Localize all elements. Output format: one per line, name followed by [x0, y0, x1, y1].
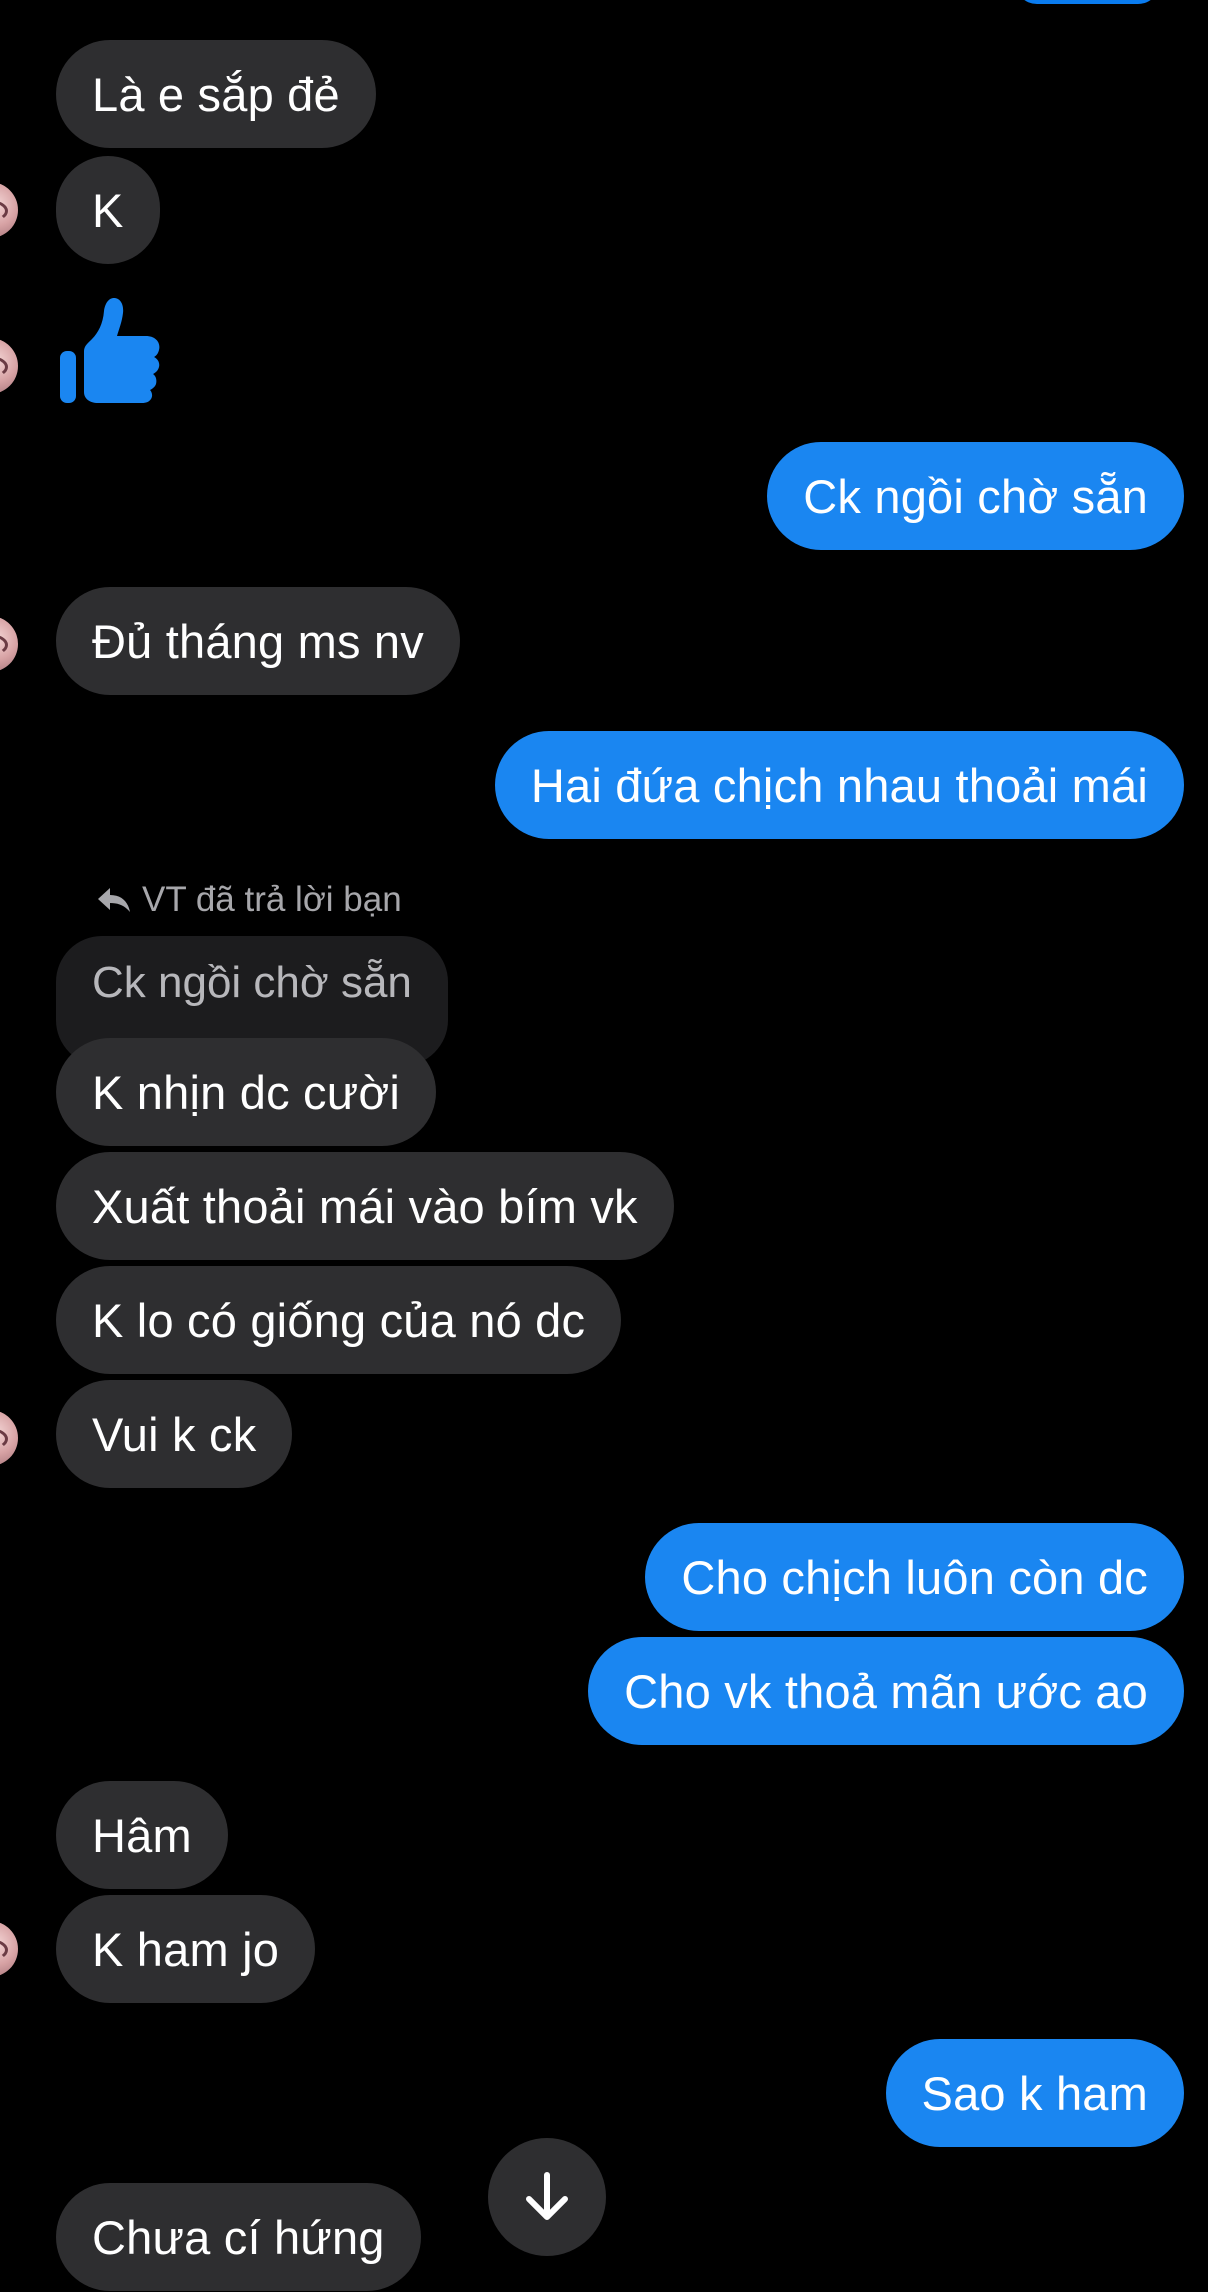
message-text: K ham jo — [92, 1922, 280, 1976]
message-outgoing[interactable]: Cho chịch luôn còn dc — [645, 1523, 1184, 1631]
message-text: Sao k ham — [921, 2066, 1148, 2120]
message-text: K lo có giống của nó dc — [92, 1293, 586, 1347]
message-incoming[interactable]: K lo có giống của nó dc — [56, 1266, 622, 1374]
message-text: K nhịn dc cười — [92, 1065, 401, 1119]
message-incoming[interactable]: K — [56, 156, 160, 264]
quoted-text: Ck ngồi chờ sẵn — [92, 958, 412, 1007]
message-text: Ck ngồi chờ sẵn — [803, 469, 1148, 523]
message-incoming[interactable]: Xuất thoải mái vào bím vk — [56, 1152, 674, 1260]
message-incoming[interactable]: Chưa cí hứng — [56, 2183, 421, 2291]
reply-note-text: VT đã trả lời bạn — [142, 880, 402, 919]
avatar[interactable] — [0, 338, 18, 394]
thumbs-up-icon[interactable] — [58, 296, 164, 406]
scroll-to-bottom-button[interactable] — [488, 2138, 606, 2256]
message-text: Hai đứa chịch nhau thoải mái — [530, 758, 1148, 812]
arrow-down-icon — [526, 2172, 568, 2220]
message-incoming[interactable]: Là e sắp đẻ — [56, 40, 376, 148]
message-incoming[interactable]: Hâm — [56, 1781, 228, 1889]
message-incoming[interactable]: K ham jo — [56, 1895, 316, 2003]
message-outgoing[interactable]: Sao k ham — [885, 2039, 1184, 2147]
message-text: Cho vk thoả mãn ước ao — [624, 1664, 1148, 1718]
avatar[interactable] — [0, 1410, 18, 1466]
avatar[interactable] — [0, 616, 18, 672]
previous-outgoing-bubble-edge — [1015, 0, 1160, 4]
message-incoming[interactable]: K nhịn dc cười — [56, 1038, 437, 1146]
message-outgoing[interactable]: Hai đứa chịch nhau thoải mái — [494, 731, 1184, 839]
message-text: Xuất thoải mái vào bím vk — [92, 1179, 638, 1233]
message-incoming[interactable]: Đủ tháng ms nv — [56, 587, 460, 695]
message-text: Cho chịch luôn còn dc — [681, 1550, 1148, 1604]
message-text: Đủ tháng ms nv — [92, 614, 424, 668]
reply-indicator: VT đã trả lời bạn — [96, 878, 402, 922]
message-text: Chưa cí hứng — [92, 2210, 385, 2264]
avatar[interactable] — [0, 182, 18, 238]
message-text: K — [92, 183, 124, 237]
message-outgoing[interactable]: Ck ngồi chờ sẵn — [767, 442, 1184, 550]
message-outgoing[interactable]: Cho vk thoả mãn ước ao — [588, 1637, 1184, 1745]
message-text: Là e sắp đẻ — [92, 67, 340, 121]
reply-arrow-icon — [98, 888, 130, 912]
message-incoming[interactable]: Vui k ck — [56, 1380, 293, 1488]
message-text: Vui k ck — [92, 1407, 257, 1461]
message-text: Hâm — [92, 1808, 192, 1862]
avatar[interactable] — [0, 1921, 18, 1977]
